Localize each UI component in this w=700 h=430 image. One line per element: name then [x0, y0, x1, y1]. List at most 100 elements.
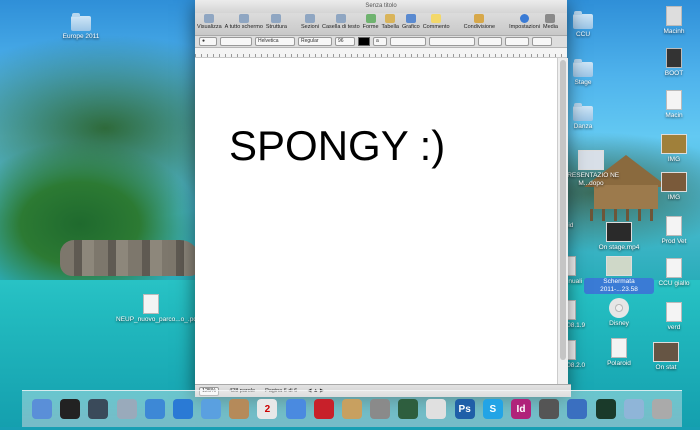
dock-xcode-icon[interactable] [567, 399, 588, 419]
desktop-item-schermata[interactable]: Schermata 2011-...23.58 [584, 256, 654, 294]
dock-itunes-icon[interactable] [285, 399, 306, 419]
toolbar-chart-button[interactable]: Grafico [402, 13, 420, 30]
dock-indesign-icon[interactable]: Id [511, 399, 531, 419]
screenshot-thumbnail-icon [606, 256, 632, 276]
bold-italic-underline-group[interactable] [390, 37, 426, 46]
columns-control[interactable] [505, 37, 529, 46]
folder-icon [573, 103, 593, 121]
desktop-item-macinh[interactable]: Macinh [648, 6, 700, 36]
dock-migration-assistant-icon[interactable] [539, 399, 560, 419]
dock-time-machine-2-icon[interactable] [398, 399, 419, 419]
dock-address-book-icon[interactable] [229, 399, 250, 419]
toolbar-textbox-button[interactable]: Casella di testo [322, 13, 360, 30]
toolbar-label: Commento [422, 24, 450, 30]
desktop-item-label: BOOT [664, 70, 684, 77]
window-titlebar[interactable]: Senza titolo [195, 0, 567, 13]
toolbar-shapes-button[interactable]: Forme [363, 13, 379, 30]
character-spacing-control[interactable]: a [373, 37, 387, 46]
chart-icon [405, 14, 416, 23]
dock-system-preferences-icon[interactable] [370, 399, 391, 419]
dock-facetime-icon[interactable] [201, 399, 222, 419]
desktop-item-label: CCU giallo [658, 280, 690, 287]
textbox-icon [335, 14, 346, 23]
dock-pages-icon[interactable] [426, 399, 447, 419]
dock-photo-booth-icon[interactable] [313, 399, 334, 419]
toolbar-fullscreen-button[interactable]: A tutto schermo [225, 13, 263, 30]
dock-downloads-stack-icon[interactable] [623, 399, 644, 419]
media-icon [545, 14, 556, 23]
vertical-scrollbar[interactable] [557, 58, 568, 384]
dock-activity-monitor-icon[interactable] [595, 399, 616, 419]
desktop-item-label: Disney [609, 320, 629, 327]
desktop-item-pdf[interactable]: NEUP_nuovo_parco...o_.pdf [116, 294, 199, 324]
structure-icon [271, 14, 282, 23]
ruler[interactable] [195, 48, 567, 58]
toolbar-label: Tabella [381, 24, 399, 30]
font-style-dropdown[interactable]: Regular [298, 37, 332, 46]
desktop-item-macin[interactable]: Macin [648, 90, 700, 120]
dock-skype-icon[interactable]: S [482, 399, 503, 419]
dock-safari-icon[interactable] [144, 399, 165, 419]
text-color-swatch[interactable] [358, 37, 370, 46]
view-icon [204, 14, 215, 23]
desktop-item-disney[interactable]: Disney [584, 298, 654, 328]
toolbar-label: Visualizza [197, 24, 222, 30]
comment-icon [431, 14, 442, 23]
dock: 2 Ps S Id [22, 390, 682, 427]
font-size-dropdown[interactable]: 96 [335, 37, 355, 46]
toolbar-label: Forme [362, 24, 379, 30]
toolbar-label: Sezioni [300, 24, 320, 30]
dock-trash-icon[interactable] [651, 399, 672, 419]
desktop-item-label: PRESENTAZIO NE M...dopo [562, 172, 620, 187]
desktop-item-label: Danza [573, 123, 593, 130]
style-dropdown[interactable] [220, 37, 252, 46]
line-spacing-control[interactable] [478, 37, 502, 46]
desktop-item-label: Macinh [663, 28, 685, 35]
scrollbar-thumb[interactable] [560, 60, 566, 360]
image-thumbnail-icon [661, 134, 687, 154]
image-thumbnail-icon [661, 172, 687, 192]
document-icon [666, 302, 682, 322]
dock-preview-icon[interactable] [116, 399, 137, 419]
toolbar-table-button[interactable]: Tabella [382, 13, 399, 30]
pages-window: Senza titolo Visualizza A tutto schermo … [195, 0, 571, 397]
toolbar-label: Condivisione [463, 24, 496, 30]
toolbar: Visualizza A tutto schermo Struttura Sez… [195, 13, 567, 36]
desktop-item-img-1[interactable]: IMG [648, 134, 700, 164]
toolbar-sections-button[interactable]: Sezioni [301, 13, 319, 30]
alignment-group[interactable] [429, 37, 475, 46]
toolbar-share-button[interactable]: Condivisione [463, 13, 496, 30]
list-control[interactable] [532, 37, 552, 46]
dock-photoshop-icon[interactable]: Ps [454, 399, 475, 419]
toolbar-view-button[interactable]: Visualizza [197, 13, 222, 30]
dock-dashboard-icon[interactable] [60, 399, 81, 419]
dock-app-store-icon[interactable] [172, 399, 193, 419]
folder-icon [71, 13, 91, 31]
document-body-text[interactable]: SPONGY :) [229, 122, 445, 170]
folder-icon [573, 59, 593, 77]
desktop-item-verd[interactable]: verd [648, 302, 700, 332]
desktop-item-label: On stage.mp4 [598, 244, 640, 251]
share-icon [474, 14, 485, 23]
toolbar-structure-button[interactable]: Struttura [266, 13, 287, 30]
video-thumbnail-icon [606, 222, 632, 242]
dock-ical-icon[interactable]: 2 [257, 399, 278, 419]
toolbar-comment-button[interactable]: Commento [423, 13, 450, 30]
document-page[interactable]: SPONGY :) [195, 58, 557, 384]
desktop-item-img-2[interactable]: IMG [648, 172, 700, 202]
desktop-item-europe-2011[interactable]: Europe 2011 [46, 13, 116, 41]
desktop-item-prod-vet[interactable]: Prod Vet [648, 216, 700, 246]
paragraph-style-popup[interactable]: ● [199, 37, 217, 46]
desktop-item-on-stat[interactable]: On stat [636, 342, 696, 372]
pdf-document-icon [143, 294, 159, 314]
toolbar-media-button[interactable]: Media [543, 13, 558, 30]
desktop-item-on-stage-mp4[interactable]: On stage.mp4 [584, 222, 654, 252]
dock-time-machine-icon[interactable] [88, 399, 109, 419]
toolbar-inspector-button[interactable]: Impostazioni [509, 13, 540, 30]
desktop-item-ccu-giallo[interactable]: CCU giallo [648, 258, 700, 288]
dock-iphoto-icon[interactable] [341, 399, 362, 419]
dock-finder-icon[interactable] [32, 399, 53, 419]
desktop-item-boot[interactable]: BOOT [648, 48, 700, 78]
font-family-dropdown[interactable]: Helvetica [255, 37, 295, 46]
disk-icon [609, 298, 629, 318]
